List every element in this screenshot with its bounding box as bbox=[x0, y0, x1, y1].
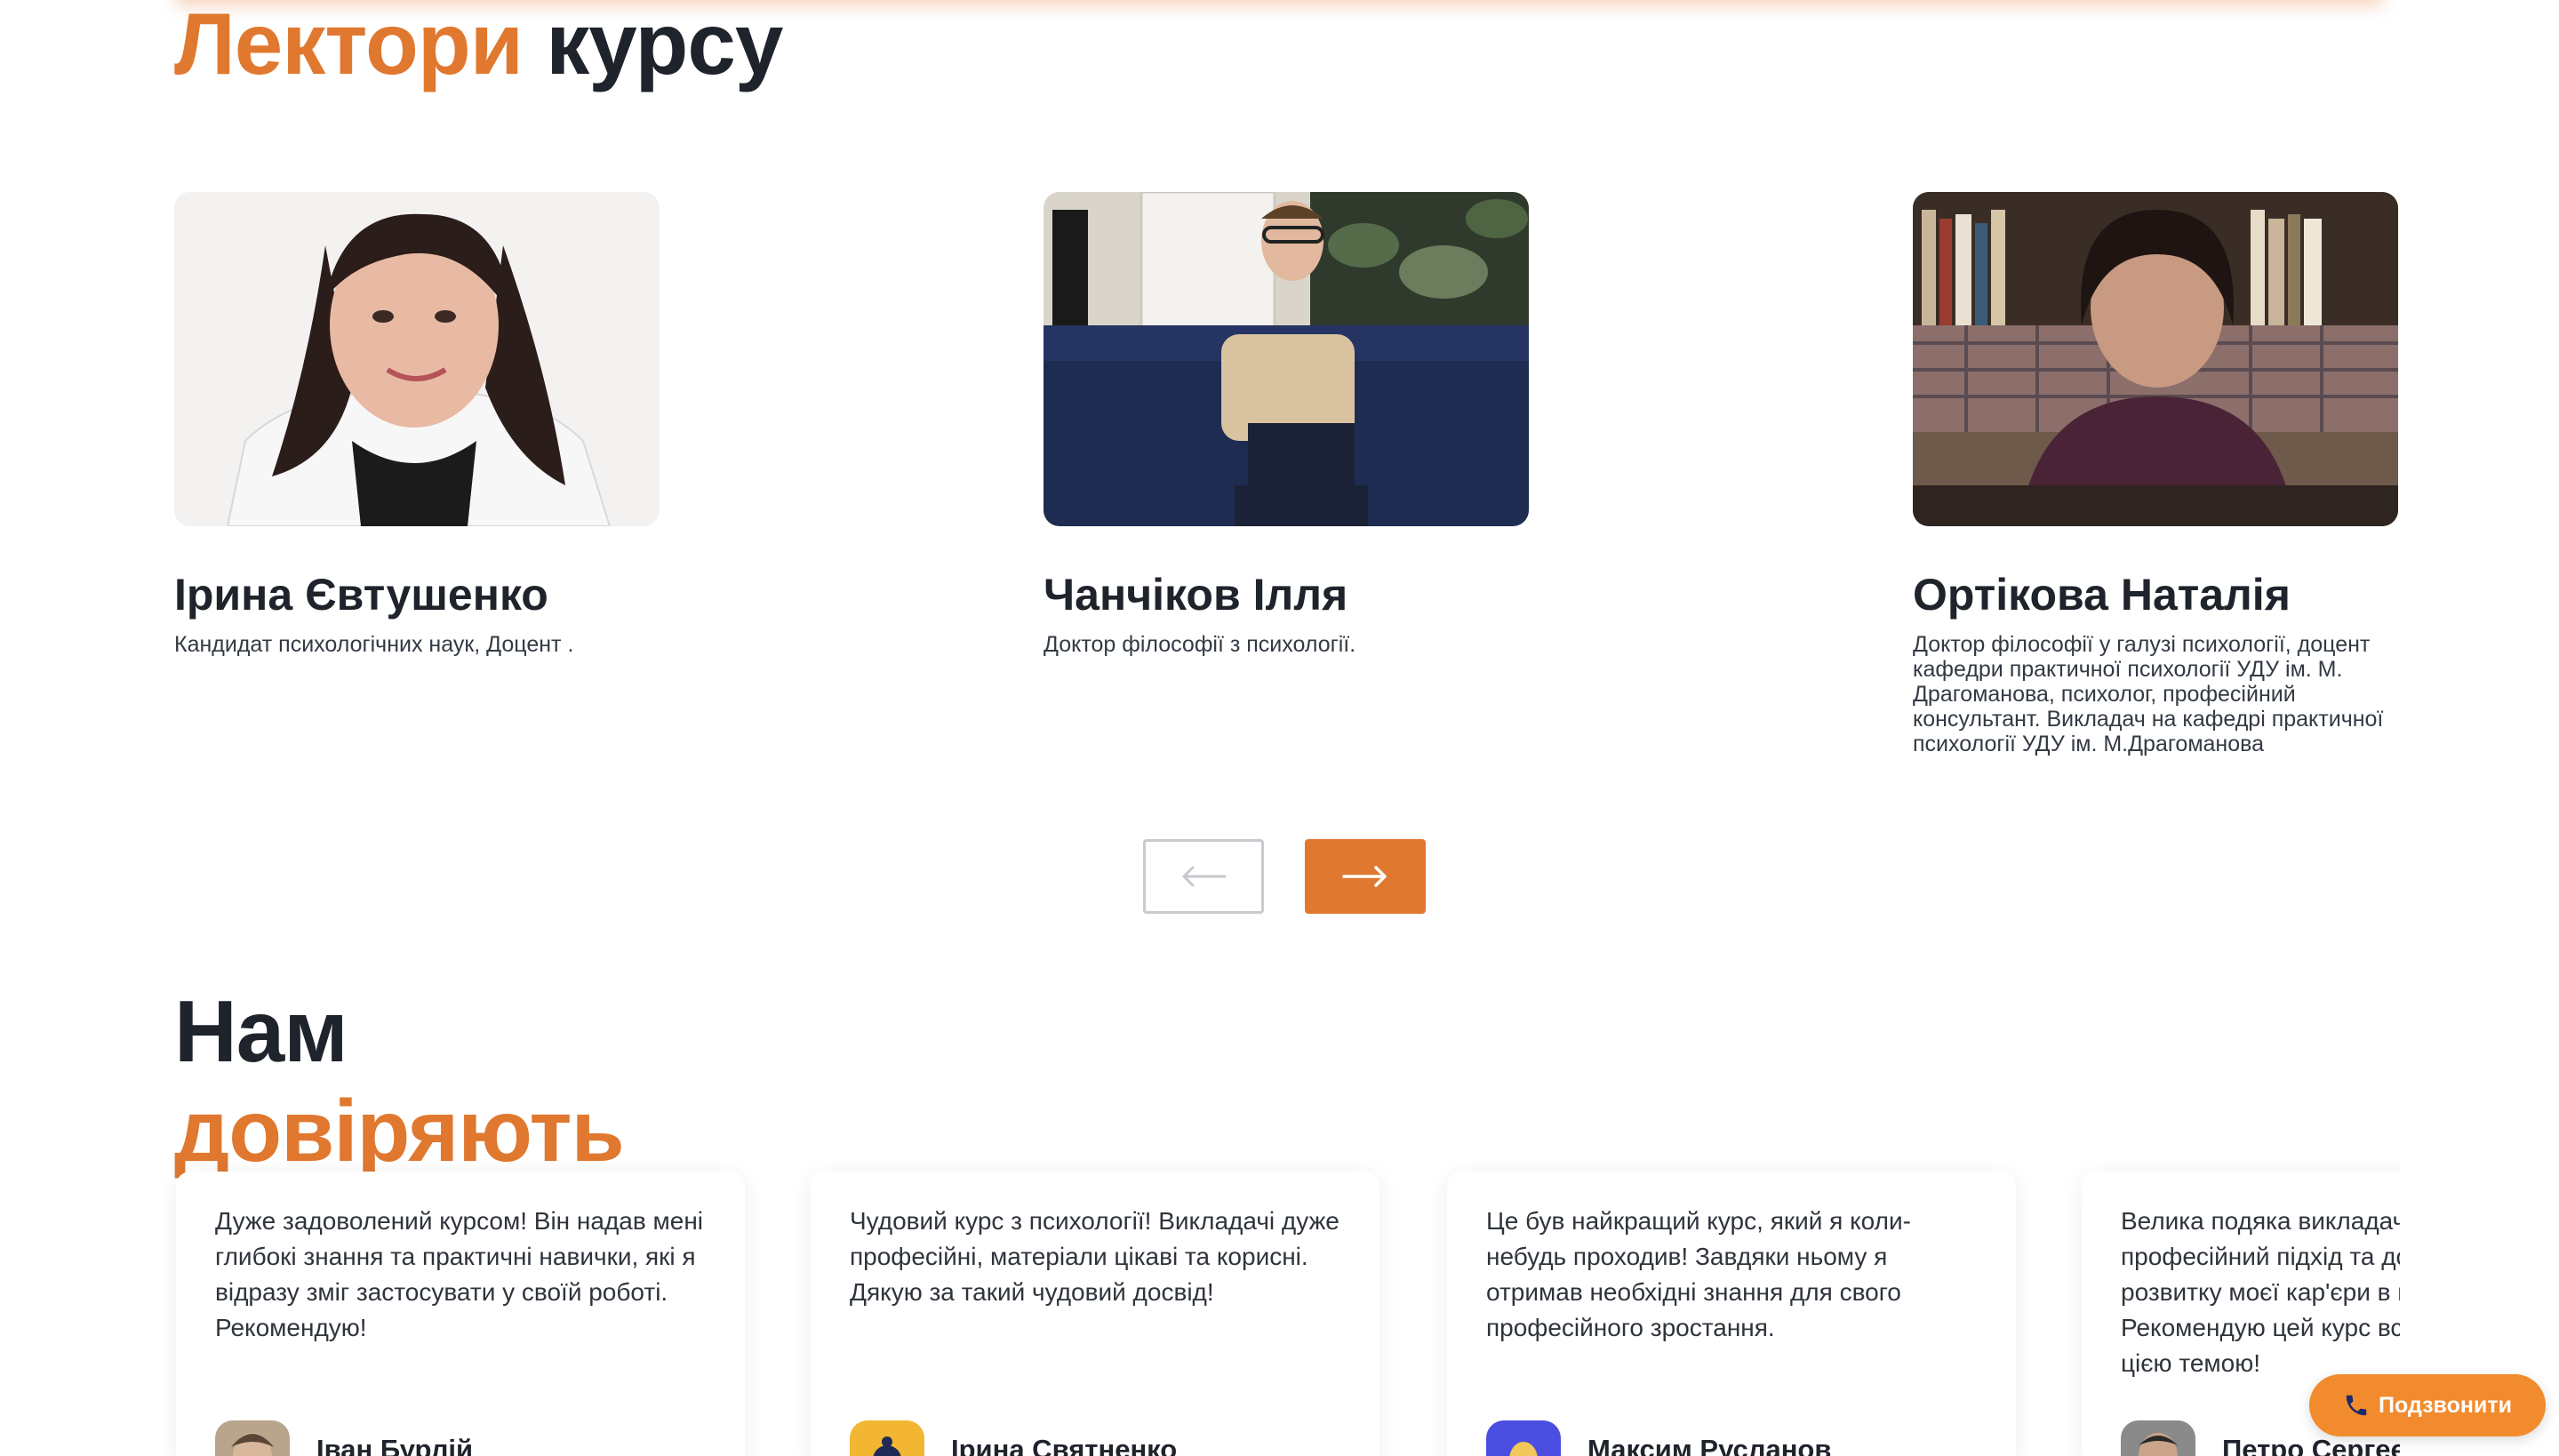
review-card: Це був найкращий курс, який я коли-небуд… bbox=[1447, 1172, 2016, 1456]
lector-photo bbox=[1044, 192, 1529, 526]
lector-description: Кандидат психологічних наук, Доцент . bbox=[174, 632, 574, 657]
review-text: Чудовий курс з психології! Викладачі дуж… bbox=[850, 1207, 1339, 1306]
review-author: Максим Русланов bbox=[1486, 1420, 1831, 1456]
review-author: Іван Бурлій bbox=[215, 1420, 473, 1456]
review-card: Дуже задоволений курсом! Він надав мені … bbox=[176, 1172, 745, 1456]
review-author: Ірина Святненко bbox=[850, 1420, 1177, 1456]
avatar bbox=[1486, 1420, 1561, 1456]
review-author-name: Максим Русланов bbox=[1587, 1434, 1832, 1456]
lector-name: Ортікова Наталія bbox=[1913, 570, 2291, 620]
avatar bbox=[215, 1420, 290, 1456]
review-author-name: Іван Бурлій bbox=[316, 1434, 474, 1456]
review-author-name: Петро Сергеєв bbox=[2222, 1434, 2423, 1456]
lector-description: Доктор філософії з психології. bbox=[1044, 632, 1356, 657]
lector-card: Ортікова Наталія Доктор філософії у галу… bbox=[1913, 192, 2398, 756]
trust-section-title: Нам довіряють bbox=[174, 981, 625, 1180]
review-card: Чудовий курс з психології! Викладачі дуж… bbox=[811, 1172, 1379, 1456]
lector-description: Доктор філософії у галузі психології, до… bbox=[1913, 632, 2384, 756]
arrow-right-icon bbox=[1342, 866, 1387, 887]
call-button-label: Подзвонити bbox=[2379, 1392, 2512, 1418]
call-button[interactable]: Подзвонити bbox=[2309, 1374, 2546, 1436]
review-author-name: Ірина Святненко bbox=[951, 1434, 1178, 1456]
arrow-left-icon bbox=[1182, 866, 1227, 887]
phone-icon bbox=[2346, 1395, 2367, 1416]
lectors-title-rest: курсу bbox=[546, 0, 783, 92]
review-text: Це був найкращий курс, який я коли-небуд… bbox=[1486, 1207, 1911, 1341]
slider-prev-button[interactable] bbox=[1143, 839, 1264, 914]
avatar bbox=[850, 1420, 924, 1456]
lector-photo bbox=[174, 192, 660, 526]
lector-name: Ірина Євтушенко bbox=[174, 570, 548, 620]
lectors-title-accent: Лектори bbox=[174, 0, 524, 92]
lector-card: Ірина Євтушенко Кандидат психологічних н… bbox=[174, 192, 660, 657]
slider-next-button[interactable] bbox=[1305, 839, 1426, 914]
trust-title-line2: довіряють bbox=[174, 1082, 625, 1180]
trust-title-line1: Нам bbox=[174, 982, 348, 1080]
lector-photo bbox=[1913, 192, 2398, 526]
lector-name: Чанчіков Ілля bbox=[1044, 570, 1348, 620]
review-text: Дуже задоволений курсом! Він надав мені … bbox=[215, 1207, 704, 1341]
lectors-section-title: Лектори курсу bbox=[174, 0, 783, 87]
avatar bbox=[2121, 1420, 2195, 1456]
lector-card: Чанчіков Ілля Доктор філософії з психоло… bbox=[1044, 192, 1529, 657]
